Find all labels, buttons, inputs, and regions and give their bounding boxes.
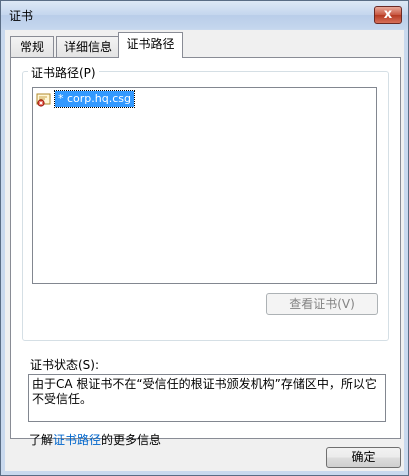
certification-path-group: 证书路径(P) * corp.hq.csg 查看证书(V) [22, 64, 389, 341]
learn-more-text: 了解证书路径的更多信息 [29, 431, 161, 448]
certification-path-group-label: 证书路径(P) [28, 64, 99, 81]
tree-item-label: * corp.hq.csg [54, 90, 135, 108]
tab-certification-path[interactable]: 证书路径 [118, 32, 183, 58]
close-button[interactable]: x [374, 6, 402, 24]
certification-path-tree[interactable]: * corp.hq.csg [32, 87, 377, 284]
title-bar[interactable]: 证书 x [1, 1, 408, 29]
certification-path-link[interactable]: 证书路径 [53, 433, 101, 447]
ok-button[interactable]: 确定 [326, 447, 401, 468]
tab-panel-certification-path: 证书路径(P) * corp.hq.csg 查看证书(V) 证书状态(S): 由… [10, 57, 401, 447]
certificate-dialog: 证书 x 常规 详细信息 证书路径 证书路径(P) * corp.hq.csg … [0, 0, 409, 476]
certificate-status-label: 证书状态(S): [30, 358, 100, 372]
certificate-status-textbox[interactable]: 由于CA 根证书不在“受信任的根证书颁发机构”存储区中，所以它不受信任。 [28, 374, 386, 422]
view-certificate-button[interactable]: 查看证书(V) [266, 293, 378, 315]
dialog-client-area: 常规 详细信息 证书路径 证书路径(P) * corp.hq.csg 查看证书(… [5, 30, 404, 471]
window-title: 证书 [9, 9, 34, 23]
learn-more-prefix: 了解 [29, 433, 54, 447]
close-icon: x [383, 7, 393, 22]
tab-general[interactable]: 常规 [10, 36, 54, 58]
learn-more-suffix: 的更多信息 [101, 433, 162, 447]
certificate-error-icon [36, 93, 51, 107]
tab-details[interactable]: 详细信息 [56, 36, 120, 58]
certificate-status-text: 由于CA 根证书不在“受信任的根证书颁发机构”存储区中，所以它不受信任。 [32, 377, 377, 406]
